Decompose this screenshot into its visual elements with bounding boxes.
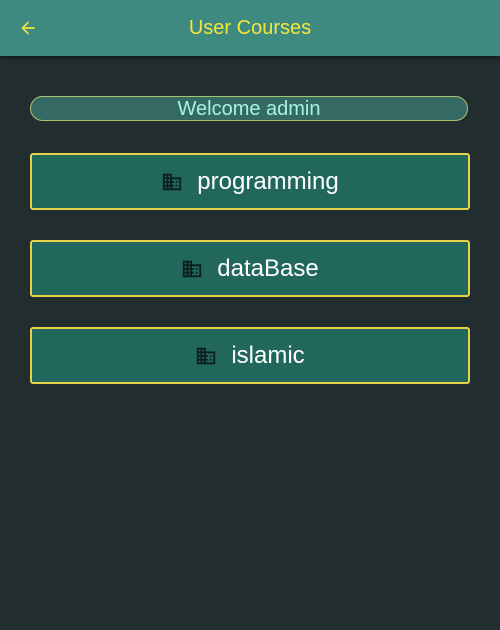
- course-label: programming: [197, 167, 339, 195]
- course-label: dataBase: [217, 254, 319, 282]
- app-screen: User Courses Welcome admin programming d…: [0, 0, 500, 630]
- app-bar: User Courses: [0, 0, 500, 56]
- course-button-programming[interactable]: programming: [30, 153, 470, 210]
- building-icon: [161, 171, 183, 193]
- building-icon: [195, 345, 217, 367]
- page-title: User Courses: [188, 17, 312, 39]
- course-label: islamic: [231, 341, 305, 369]
- welcome-banner: Welcome admin: [30, 96, 468, 121]
- building-icon: [181, 258, 203, 280]
- course-button-database[interactable]: dataBase: [30, 240, 470, 297]
- course-button-islamic[interactable]: islamic: [30, 327, 470, 384]
